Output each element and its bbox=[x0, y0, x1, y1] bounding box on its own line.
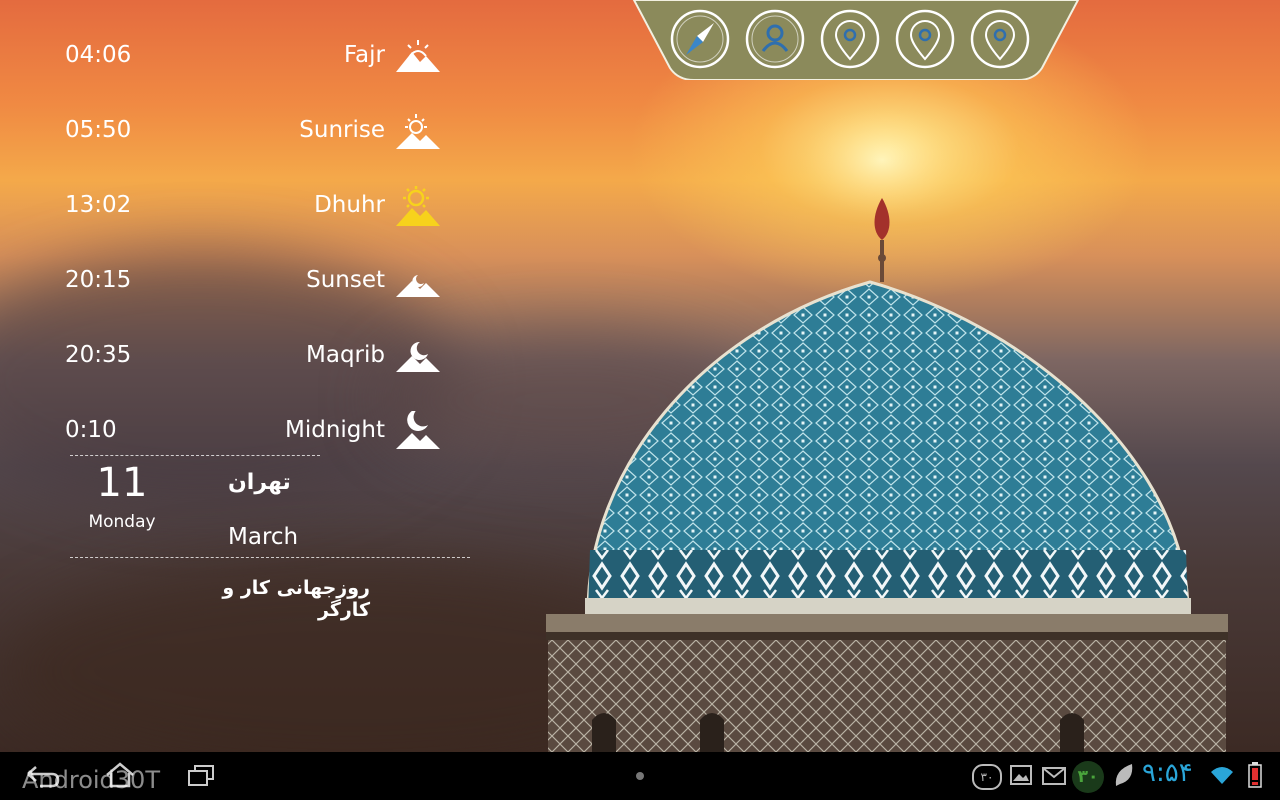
city-name: تهران bbox=[228, 470, 291, 495]
divider bbox=[70, 455, 320, 456]
location-pin-icon bbox=[895, 9, 955, 69]
location-pin-icon bbox=[970, 9, 1030, 69]
prayer-row-maghrib[interactable]: 20:35 Maqrib bbox=[0, 330, 450, 390]
location-button-3[interactable] bbox=[970, 9, 1030, 69]
location-button-2[interactable] bbox=[895, 9, 955, 69]
wifi-icon bbox=[1208, 764, 1236, 790]
prayer-name: Midnight bbox=[285, 417, 385, 443]
prayer-time: 20:35 bbox=[65, 342, 132, 368]
gmail-icon bbox=[1042, 767, 1066, 789]
prayer-time: 20:15 bbox=[65, 267, 132, 293]
prayer-row-midnight[interactable]: 0:10 Midnight bbox=[0, 405, 450, 465]
divider bbox=[70, 557, 470, 558]
contacts-button[interactable] bbox=[745, 9, 805, 69]
midnight-icon bbox=[396, 411, 440, 449]
month-name: March bbox=[228, 524, 299, 550]
recent-apps-button[interactable] bbox=[186, 764, 216, 792]
prayer-row-fajr[interactable]: 04:06 Fajr bbox=[0, 30, 450, 90]
contacts-icon bbox=[745, 9, 805, 69]
prayer-name: Sunset bbox=[306, 267, 385, 293]
location-button-1[interactable] bbox=[820, 9, 880, 69]
compass-icon bbox=[670, 9, 730, 69]
top-toolbar bbox=[630, 0, 1082, 80]
clock[interactable]: ۹:۵۴ bbox=[1142, 758, 1193, 788]
sunset-icon bbox=[396, 275, 440, 297]
menu-dot[interactable] bbox=[636, 772, 644, 780]
prayer-time: 13:02 bbox=[65, 192, 132, 218]
qibla-compass-button[interactable] bbox=[670, 9, 730, 69]
calendar-outline-badge: ۳۰ bbox=[972, 764, 1002, 790]
gallery-icon bbox=[1010, 765, 1032, 789]
prayer-name: Maqrib bbox=[306, 342, 385, 368]
watermark-text: Android30T bbox=[22, 766, 160, 794]
calendar-badge: ۳۰ bbox=[1072, 761, 1104, 793]
prayer-name: Fajr bbox=[343, 42, 385, 68]
prayer-row-dhuhr[interactable]: 13:02 Dhuhr bbox=[0, 180, 450, 240]
battery-icon bbox=[1248, 762, 1262, 792]
prayer-time: 04:06 bbox=[65, 42, 132, 68]
badge-text: ۳۰ bbox=[980, 770, 994, 784]
occasion-text: روزجهانی کار و کارگر bbox=[222, 577, 370, 621]
prayer-name: Dhuhr bbox=[314, 192, 385, 218]
system-bar: Android30T ۳۰ ۳۰ ۹:۵۴ bbox=[0, 752, 1280, 800]
location-pin-icon bbox=[820, 9, 880, 69]
weekday: Monday bbox=[88, 512, 156, 532]
dhuhr-icon bbox=[396, 186, 440, 226]
prayer-time: 0:10 bbox=[65, 417, 117, 443]
prayer-name: Sunrise bbox=[299, 117, 385, 143]
leaf-icon bbox=[1112, 762, 1134, 792]
prayer-row-sunset[interactable]: 20:15 Sunset bbox=[0, 255, 450, 315]
maghrib-icon bbox=[396, 341, 440, 372]
prayer-row-sunrise[interactable]: 05:50 Sunrise bbox=[0, 105, 450, 165]
recent-apps-icon bbox=[188, 765, 214, 786]
day-number: 11 bbox=[96, 460, 148, 506]
fajr-icon bbox=[396, 40, 440, 72]
prayer-time: 05:50 bbox=[65, 117, 132, 143]
sunrise-icon bbox=[396, 114, 440, 149]
